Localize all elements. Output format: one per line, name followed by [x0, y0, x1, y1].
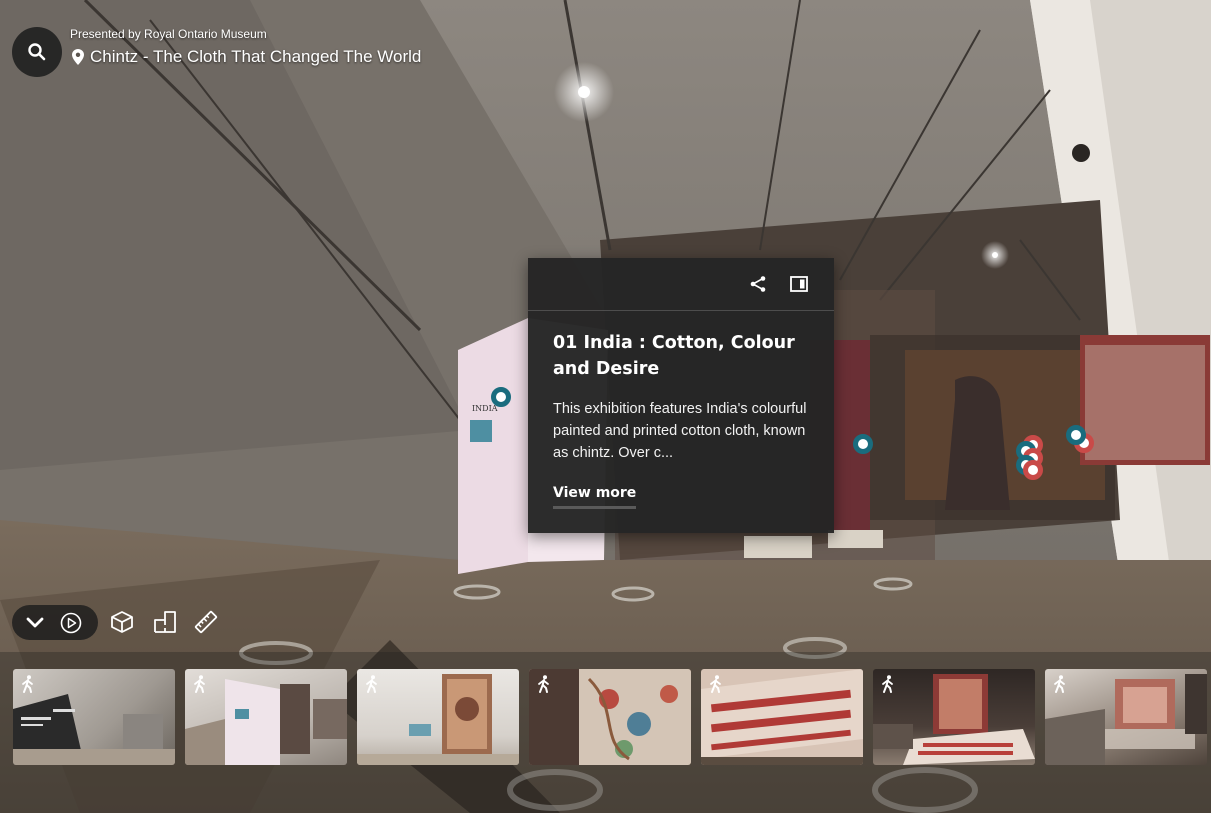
thumbnail-scene: [185, 679, 347, 765]
thumbnail-scene: [701, 669, 863, 765]
highlight-thumbnail[interactable]: [185, 669, 347, 765]
thumbnail-scene: [1045, 674, 1207, 765]
collapse-button[interactable]: [12, 605, 58, 640]
highlight-thumbnail[interactable]: [1045, 669, 1207, 765]
card-description: This exhibition features India's colourf…: [553, 401, 807, 461]
dollhouse-icon: [111, 611, 133, 633]
walking-person-icon: [1054, 675, 1065, 693]
walking-person-icon: [366, 675, 377, 693]
highlight-thumbnail[interactable]: [873, 669, 1035, 765]
space-title: Chintz - The Cloth That Changed The Worl…: [90, 47, 422, 66]
walking-person-icon: [710, 675, 721, 693]
tag-marker[interactable]: [853, 434, 873, 454]
highlight-thumbnail[interactable]: [357, 669, 519, 765]
thumbnail-scene: [873, 674, 1035, 765]
walking-person-icon: [882, 675, 893, 693]
presented-by: Presented by Royal Ontario Museum: [70, 27, 267, 41]
play-tour-button[interactable]: [58, 605, 84, 640]
map-pin-icon: [72, 49, 84, 65]
space-title-row[interactable]: Chintz - The Cloth That Changed The Worl…: [72, 47, 421, 67]
share-button[interactable]: [747, 273, 769, 295]
chevron-down-icon: [26, 617, 44, 627]
floorplan-button[interactable]: [152, 609, 178, 635]
tag-marker[interactable]: [1066, 425, 1086, 445]
highlight-thumbnail[interactable]: [701, 669, 863, 765]
tour-controls: [12, 605, 98, 640]
tag-marker[interactable]: [1023, 460, 1043, 480]
search-button[interactable]: [12, 27, 62, 77]
side-panel-icon: [790, 276, 808, 292]
tag-info-card: 01 India : Cotton, Colour and Desire Thi…: [528, 258, 834, 533]
highlight-thumbnail[interactable]: [13, 669, 175, 765]
wall-sign-title: INDIA: [472, 404, 498, 413]
walking-person-icon: [538, 675, 549, 693]
share-icon: [750, 276, 766, 292]
walking-person-icon: [194, 675, 205, 693]
card-title: 01 India : Cotton, Colour and Desire: [553, 333, 795, 379]
ruler-icon: [194, 610, 218, 634]
thumbnail-scene: [13, 694, 175, 765]
thumbnail-scene: [357, 674, 519, 765]
search-icon: [28, 43, 46, 61]
floorplan-icon: [154, 611, 176, 633]
dollhouse-button[interactable]: [109, 609, 135, 635]
measure-button[interactable]: [193, 609, 219, 635]
side-panel-button[interactable]: [788, 273, 810, 295]
card-toolbar: [528, 258, 834, 311]
view-more-link[interactable]: View more: [553, 485, 637, 509]
play-circle-icon: [60, 612, 82, 633]
thumbnail-scene: [529, 669, 691, 765]
walking-person-icon: [22, 675, 33, 693]
highlight-thumbnail[interactable]: [529, 669, 691, 765]
